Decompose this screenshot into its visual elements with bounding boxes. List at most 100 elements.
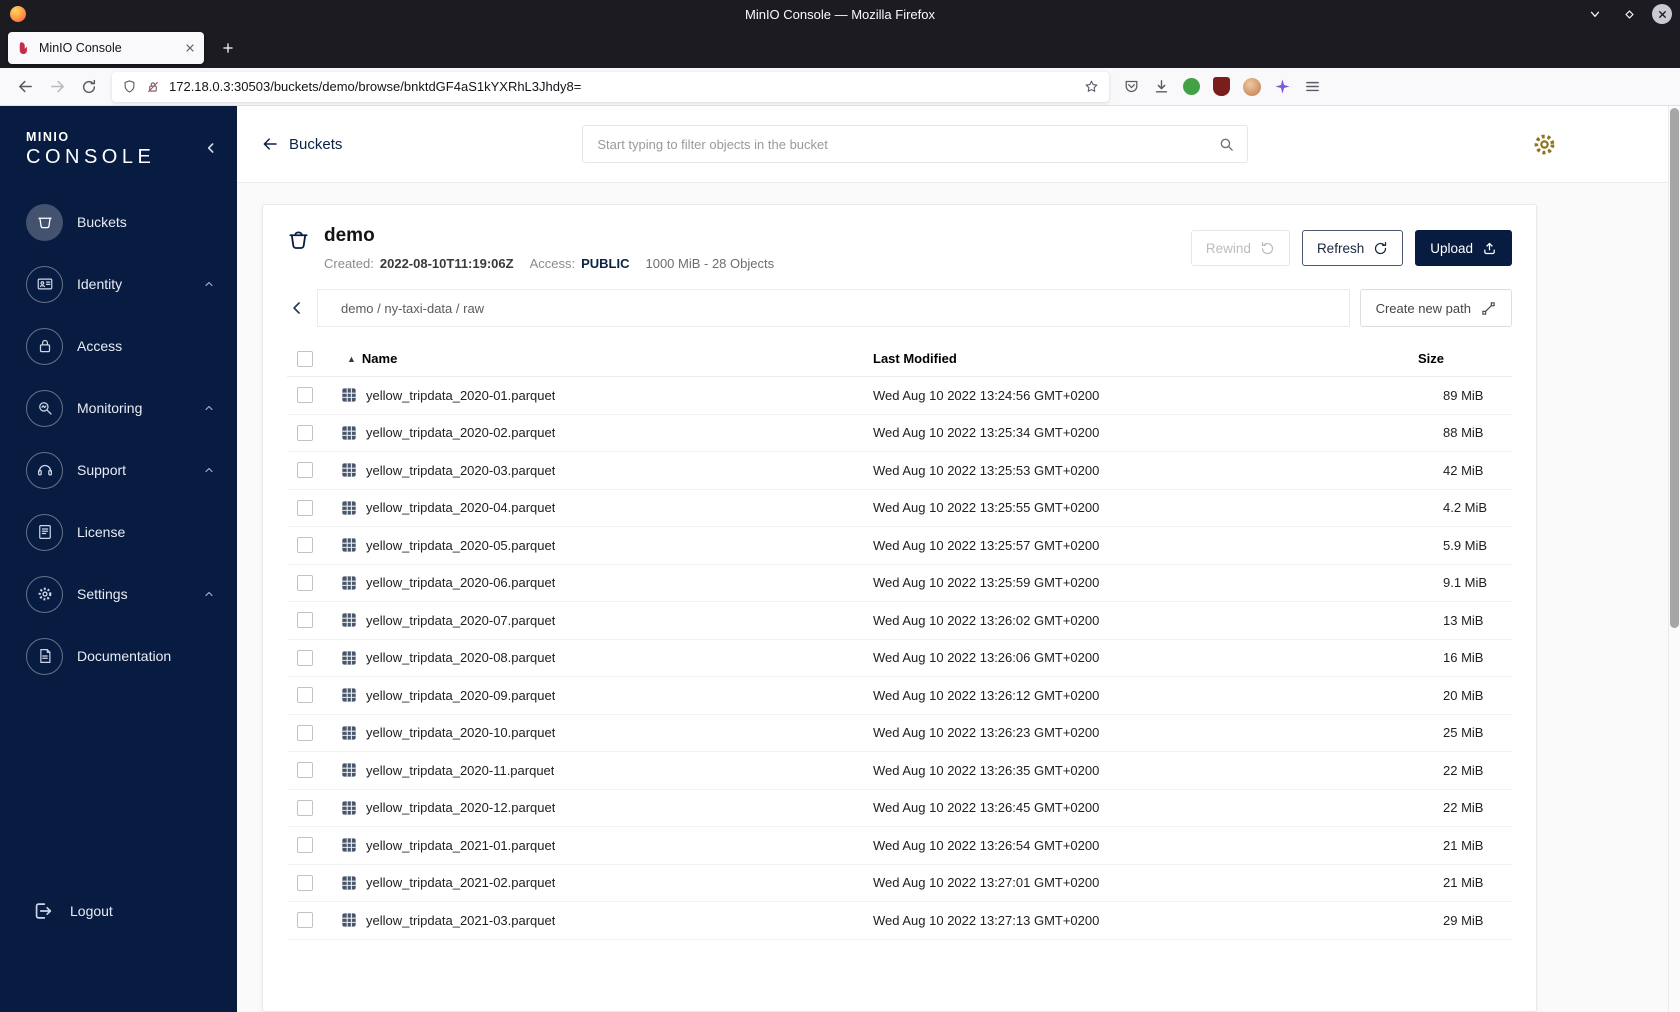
sidebar-item-monitoring[interactable]: Monitoring [0, 377, 237, 439]
table-row[interactable]: yellow_tripdata_2020-07.parquet Wed Aug … [287, 602, 1512, 640]
object-name-cell[interactable]: yellow_tripdata_2020-06.parquet [331, 575, 861, 591]
table-row[interactable]: yellow_tripdata_2020-03.parquet Wed Aug … [287, 452, 1512, 490]
sidebar-item-buckets[interactable]: Buckets [0, 191, 237, 253]
object-name[interactable]: yellow_tripdata_2021-03.parquet [366, 913, 555, 928]
object-name[interactable]: yellow_tripdata_2020-07.parquet [366, 613, 555, 628]
object-name-cell[interactable]: yellow_tripdata_2020-07.parquet [331, 612, 861, 628]
object-filter-search[interactable] [582, 125, 1249, 163]
row-checkbox[interactable] [297, 462, 313, 479]
object-name-cell[interactable]: yellow_tripdata_2021-01.parquet [331, 837, 861, 853]
maximize-button[interactable] [1618, 3, 1640, 25]
insecure-lock-icon[interactable] [146, 80, 160, 94]
table-row[interactable]: yellow_tripdata_2020-04.parquet Wed Aug … [287, 490, 1512, 527]
row-checkbox[interactable] [297, 912, 313, 929]
object-name[interactable]: yellow_tripdata_2020-11.parquet [366, 763, 554, 778]
size-column-header[interactable]: Size [1406, 351, 1512, 366]
table-row[interactable]: yellow_tripdata_2021-01.parquet Wed Aug … [287, 827, 1512, 865]
tracking-shield-icon[interactable] [122, 79, 137, 94]
object-name[interactable]: yellow_tripdata_2020-05.parquet [366, 538, 555, 553]
extension-purple-star-icon[interactable] [1274, 78, 1291, 95]
create-new-path-button[interactable]: Create new path [1359, 289, 1512, 327]
table-row[interactable]: yellow_tripdata_2020-08.parquet Wed Aug … [287, 640, 1512, 677]
row-checkbox[interactable] [297, 537, 313, 554]
table-row[interactable]: yellow_tripdata_2020-02.parquet Wed Aug … [287, 415, 1512, 452]
reload-button[interactable] [74, 72, 104, 102]
object-name-cell[interactable]: yellow_tripdata_2020-01.parquet [331, 387, 861, 403]
menu-hamburger-icon[interactable] [1304, 78, 1321, 95]
table-row[interactable]: yellow_tripdata_2021-02.parquet Wed Aug … [287, 865, 1512, 902]
object-name-cell[interactable]: yellow_tripdata_2020-10.parquet [331, 725, 861, 741]
row-checkbox[interactable] [297, 424, 313, 441]
object-name[interactable]: yellow_tripdata_2020-06.parquet [366, 575, 555, 590]
url-bar[interactable]: 172.18.0.3:30503/buckets/demo/browse/bnk… [112, 71, 1109, 102]
browser-tab-minio-console[interactable]: MinIO Console [8, 32, 204, 64]
name-column-header[interactable]: ▲ Name [331, 351, 861, 366]
object-name-cell[interactable]: yellow_tripdata_2021-02.parquet [331, 875, 861, 891]
sidebar-item-identity[interactable]: Identity [0, 253, 237, 315]
row-checkbox[interactable] [297, 874, 313, 891]
url-text[interactable]: 172.18.0.3:30503/buckets/demo/browse/bnk… [169, 79, 1075, 94]
new-tab-button[interactable] [214, 34, 242, 62]
object-name[interactable]: yellow_tripdata_2021-01.parquet [366, 838, 555, 853]
table-row[interactable]: yellow_tripdata_2020-11.parquet Wed Aug … [287, 752, 1512, 790]
select-all-checkbox[interactable] [297, 350, 313, 367]
row-checkbox[interactable] [297, 499, 313, 516]
row-checkbox[interactable] [297, 724, 313, 741]
sidebar-item-access[interactable]: Access [0, 315, 237, 377]
sidebar-item-settings[interactable]: Settings [0, 563, 237, 625]
sidebar-item-license[interactable]: License [0, 501, 237, 563]
row-checkbox[interactable] [297, 687, 313, 704]
table-row[interactable]: yellow_tripdata_2020-06.parquet Wed Aug … [287, 565, 1512, 602]
object-name[interactable]: yellow_tripdata_2021-02.parquet [366, 875, 555, 890]
row-checkbox[interactable] [297, 837, 313, 854]
table-row[interactable]: yellow_tripdata_2020-05.parquet Wed Aug … [287, 527, 1512, 565]
object-name-cell[interactable]: yellow_tripdata_2020-11.parquet [331, 762, 861, 778]
row-checkbox[interactable] [297, 574, 313, 591]
downloads-icon[interactable] [1153, 78, 1170, 95]
row-checkbox[interactable] [297, 612, 313, 629]
upload-button[interactable]: Upload [1415, 230, 1512, 266]
object-name[interactable]: yellow_tripdata_2020-09.parquet [366, 688, 555, 703]
table-row[interactable]: yellow_tripdata_2020-09.parquet Wed Aug … [287, 677, 1512, 715]
sidebar-item-logout[interactable]: Logout [0, 888, 237, 934]
sidebar-item-support[interactable]: Support [0, 439, 237, 501]
back-to-buckets-link[interactable]: Buckets [261, 135, 342, 153]
ublock-shield-icon[interactable] [1213, 77, 1230, 96]
object-name[interactable]: yellow_tripdata_2020-08.parquet [366, 650, 555, 665]
forward-button[interactable] [42, 72, 72, 102]
sidebar-collapse-icon[interactable] [203, 140, 219, 156]
console-settings-gear-icon[interactable] [1531, 131, 1558, 158]
extension-green-icon[interactable] [1183, 78, 1200, 95]
sidebar-item-documentation[interactable]: Documentation [0, 625, 237, 687]
object-name-cell[interactable]: yellow_tripdata_2020-04.parquet [331, 500, 861, 516]
table-row[interactable]: yellow_tripdata_2020-01.parquet Wed Aug … [287, 377, 1512, 415]
account-avatar-icon[interactable] [1243, 77, 1261, 96]
refresh-button[interactable]: Refresh [1301, 230, 1404, 266]
pocket-icon[interactable] [1123, 78, 1140, 95]
object-name-cell[interactable]: yellow_tripdata_2020-09.parquet [331, 687, 861, 703]
path-back-icon[interactable] [287, 298, 307, 318]
rewind-button[interactable]: Rewind [1190, 230, 1290, 266]
object-name-cell[interactable]: yellow_tripdata_2020-12.parquet [331, 800, 861, 816]
object-name[interactable]: yellow_tripdata_2020-02.parquet [366, 425, 555, 440]
last-modified-column-header[interactable]: Last Modified [861, 351, 1406, 366]
scrollbar-thumb[interactable] [1670, 108, 1679, 628]
object-name-cell[interactable]: yellow_tripdata_2020-02.parquet [331, 425, 861, 441]
object-name-cell[interactable]: yellow_tripdata_2020-03.parquet [331, 462, 861, 478]
minimize-button[interactable] [1584, 3, 1606, 25]
close-button[interactable] [1652, 4, 1672, 24]
table-row[interactable]: yellow_tripdata_2021-03.parquet Wed Aug … [287, 902, 1512, 940]
object-name[interactable]: yellow_tripdata_2020-04.parquet [366, 500, 555, 515]
object-name-cell[interactable]: yellow_tripdata_2020-08.parquet [331, 650, 861, 666]
object-name[interactable]: yellow_tripdata_2020-01.parquet [366, 388, 555, 403]
tab-close-icon[interactable] [184, 42, 196, 54]
search-input[interactable] [595, 135, 1219, 153]
back-button[interactable] [10, 72, 40, 102]
object-name[interactable]: yellow_tripdata_2020-03.parquet [366, 463, 555, 478]
table-row[interactable]: yellow_tripdata_2020-12.parquet Wed Aug … [287, 790, 1512, 827]
row-checkbox[interactable] [297, 649, 313, 666]
object-name[interactable]: yellow_tripdata_2020-12.parquet [366, 800, 555, 815]
breadcrumb[interactable]: demo / ny-taxi-data / raw [317, 289, 1350, 327]
sort-ascending-icon[interactable]: ▲ [347, 354, 356, 364]
row-checkbox[interactable] [297, 387, 313, 404]
